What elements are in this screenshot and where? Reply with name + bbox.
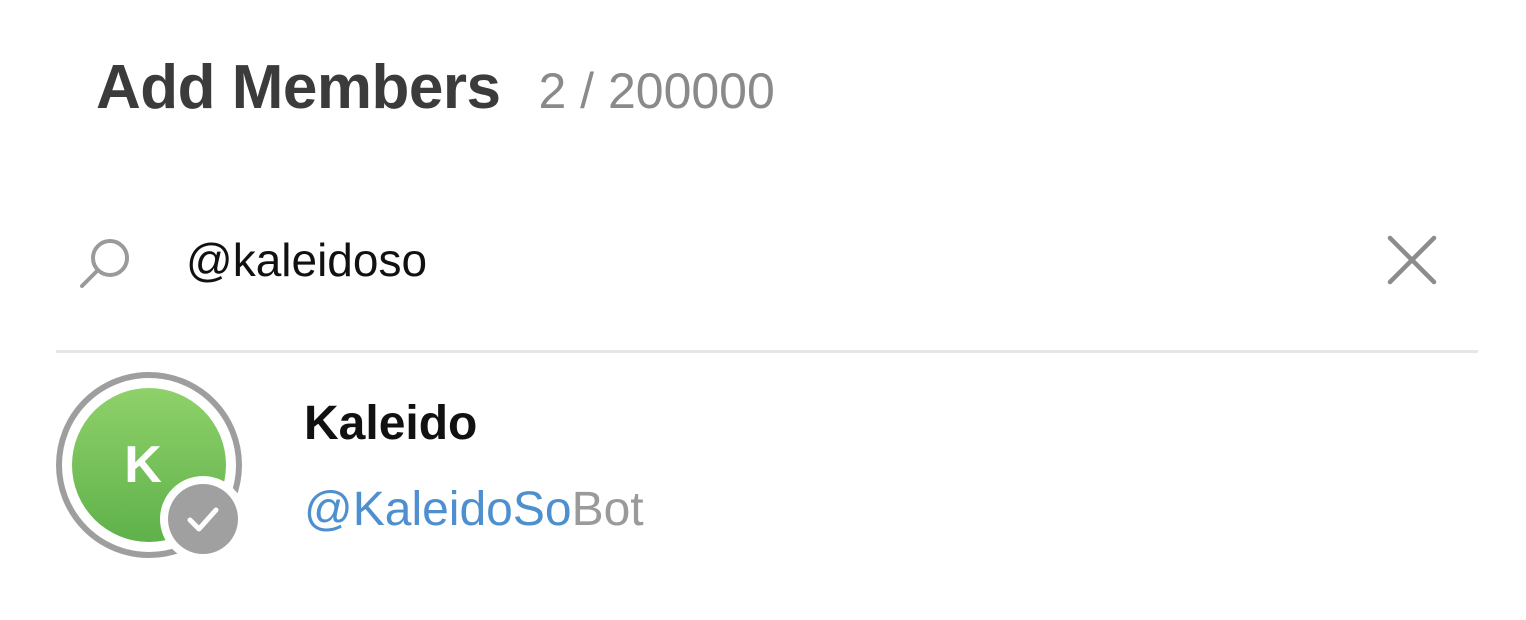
contact-username: @KaleidoSoBot	[304, 482, 644, 537]
search-icon	[76, 232, 136, 292]
check-icon	[168, 484, 238, 554]
avatar-initial: K	[124, 436, 162, 494]
list-item[interactable]: K Kaleido @KaleidoSoBot	[56, 370, 1478, 566]
username-rest: Bot	[571, 483, 644, 536]
username-match: @KaleidoSo	[304, 483, 572, 536]
member-count: 2 / 200000	[538, 63, 775, 119]
contact-name: Kaleido	[304, 397, 478, 450]
divider	[56, 350, 1478, 353]
dialog-header: Add Members 2 / 200000	[96, 52, 775, 132]
search-bar	[56, 212, 1478, 312]
add-members-dialog: Add Members 2 / 200000 K	[0, 0, 1526, 620]
avatar: K	[56, 372, 246, 562]
close-icon	[1387, 235, 1437, 285]
dialog-title: Add Members	[96, 53, 501, 122]
search-input[interactable]	[186, 228, 1366, 292]
clear-search-button[interactable]	[1384, 232, 1440, 288]
selected-badge	[160, 476, 246, 562]
